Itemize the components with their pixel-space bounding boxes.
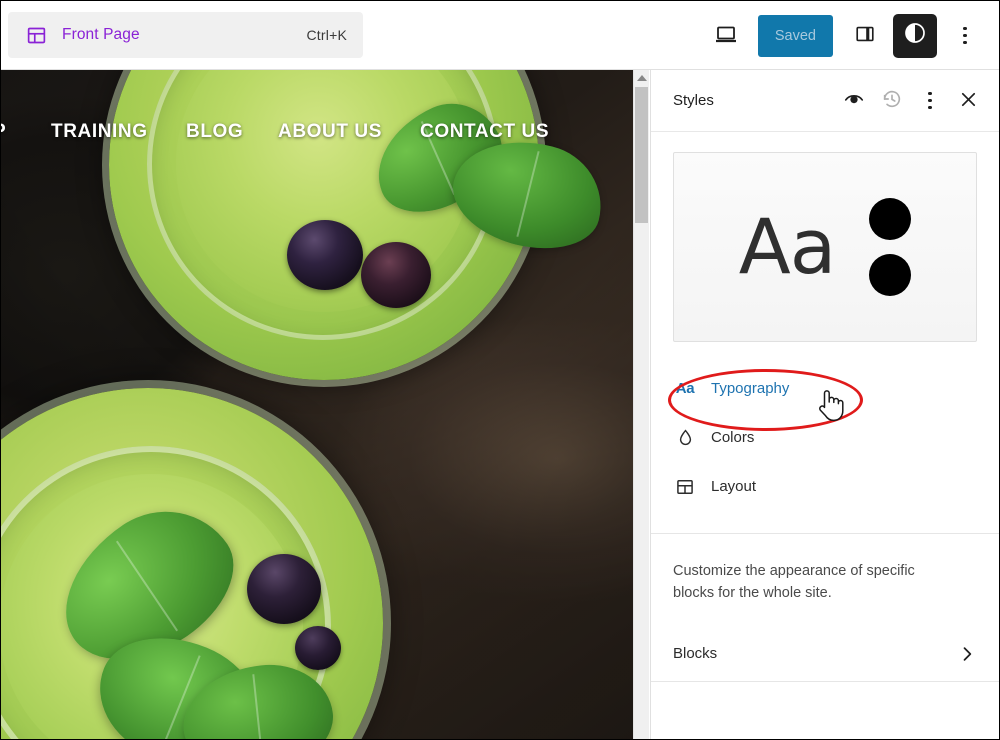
styles-panel-header: Styles xyxy=(651,70,999,132)
nav-item-shop[interactable]: P xyxy=(1,121,6,143)
sidebar-divider xyxy=(651,680,999,682)
desktop-preview-icon xyxy=(714,22,738,49)
close-styles-button[interactable] xyxy=(949,82,987,120)
command-bar[interactable]: Front Page Ctrl+K xyxy=(8,12,363,58)
styles-menu-list: Aa Typography Colors Layout xyxy=(651,342,999,511)
aa-typography-icon: Aa xyxy=(675,380,695,397)
revisions-button[interactable] xyxy=(873,82,911,120)
blueberry-icon xyxy=(287,220,363,290)
canvas-scrollbar[interactable] xyxy=(633,70,650,739)
blocks-description: Customize the appearance of specific blo… xyxy=(673,563,915,602)
style-book-button[interactable] xyxy=(835,82,873,120)
blocks-row-label: Blocks xyxy=(673,645,718,663)
styles-menu-item-layout[interactable]: Layout xyxy=(651,462,999,511)
kebab-menu-icon xyxy=(928,91,932,110)
blueberry-icon xyxy=(247,554,321,624)
scrollbar-up-arrow-icon[interactable] xyxy=(634,70,650,86)
scrollbar-thumb[interactable] xyxy=(635,87,648,223)
command-bar-label: Front Page xyxy=(62,26,140,43)
command-bar-shortcut: Ctrl+K xyxy=(306,27,347,43)
blueberry-icon xyxy=(361,242,431,308)
eye-icon xyxy=(843,88,865,113)
editor-header: Front Page Ctrl+K Saved xyxy=(1,1,999,70)
layout-grid-icon xyxy=(673,477,697,497)
contrast-styles-icon xyxy=(903,21,927,50)
nav-item-about-us[interactable]: ABOUT US xyxy=(278,121,382,143)
settings-sidebar-icon xyxy=(854,23,876,48)
styles-menu-label: Layout xyxy=(711,478,757,495)
styles-menu-label: Typography xyxy=(711,380,790,397)
kebab-menu-icon xyxy=(963,26,967,45)
editor-window: Front Page Ctrl+K Saved TRAINING BLOG AB… xyxy=(0,0,1000,740)
palette-dot xyxy=(869,254,912,296)
nav-item-contact-us[interactable]: CONTACT US xyxy=(420,121,549,143)
close-x-icon xyxy=(958,89,979,113)
style-preview-sample-text: Aa xyxy=(738,202,837,291)
save-button[interactable]: Saved xyxy=(757,14,833,57)
styles-menu-label: Colors xyxy=(711,429,755,446)
history-revisions-icon xyxy=(881,88,903,113)
site-preview-canvas[interactable]: P TRAINING BLOG ABOUT US CONTACT US xyxy=(1,70,633,739)
desktop-preview-button[interactable] xyxy=(702,12,750,60)
styles-menu-item-colors[interactable]: Colors xyxy=(651,413,999,462)
style-preview-card[interactable]: Aa xyxy=(673,152,977,342)
settings-sidebar-toggle[interactable] xyxy=(841,12,889,60)
styles-more-options-button[interactable] xyxy=(911,82,949,120)
style-preview-palette xyxy=(869,198,912,296)
droplet-colors-icon xyxy=(673,428,697,447)
blueberry-icon xyxy=(295,626,341,670)
template-layout-icon xyxy=(24,23,48,47)
styles-panel-title: Styles xyxy=(673,92,714,109)
styles-sidebar: Styles Aa Aa Typography Colors Layout Cu… xyxy=(650,70,999,739)
nav-item-training[interactable]: TRAINING xyxy=(51,121,148,143)
chevron-right-icon xyxy=(957,644,977,664)
styles-menu-item-typography[interactable]: Aa Typography xyxy=(651,364,999,413)
blocks-navigation-row[interactable]: Blocks xyxy=(651,629,999,679)
header-actions: Saved xyxy=(702,1,989,70)
styles-toggle-button[interactable] xyxy=(893,13,937,58)
more-options-button[interactable] xyxy=(941,12,989,60)
palette-dot xyxy=(869,198,912,240)
nav-item-blog[interactable]: BLOG xyxy=(186,121,243,143)
